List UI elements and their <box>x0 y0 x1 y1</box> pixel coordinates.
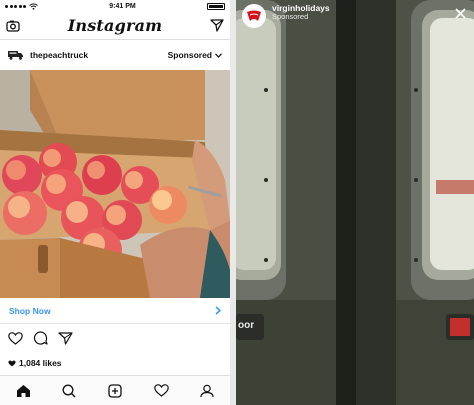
close-icon[interactable] <box>455 8 466 19</box>
status-time: 9:41 PM <box>109 2 136 10</box>
likes-row[interactable]: 1,084 likes <box>0 352 230 374</box>
heart-tab-icon[interactable] <box>153 384 169 397</box>
shop-now-bar[interactable]: Shop Now <box>0 298 230 324</box>
home-icon[interactable] <box>16 384 31 398</box>
post-actions <box>0 324 230 352</box>
status-bar: 9:41 PM <box>0 0 230 12</box>
camera-icon[interactable] <box>6 20 20 32</box>
add-icon[interactable] <box>108 383 122 398</box>
truck-icon <box>8 51 23 60</box>
instagram-feed-screen: 9:41 PM Instagram thepeachtruck Sponsore… <box>0 0 230 405</box>
train-door-photo <box>236 0 474 405</box>
wifi-icon <box>29 2 38 10</box>
comment-icon[interactable] <box>33 331 48 345</box>
battery-icon <box>207 2 225 10</box>
post-image-peaches[interactable] <box>0 70 230 298</box>
profile-icon[interactable] <box>200 384 214 398</box>
truck-avatar[interactable] <box>8 49 24 61</box>
post-header: thepeachtruck Sponsored <box>0 40 230 70</box>
search-icon[interactable] <box>62 384 76 398</box>
story-user[interactable]: virginholidays Sponsored <box>272 3 330 22</box>
chevron-down-icon <box>215 52 222 58</box>
share-icon[interactable] <box>58 331 73 345</box>
screenshot: 9:41 PM Instagram thepeachtruck Sponsore… <box>0 0 474 405</box>
sponsored-label: Sponsored <box>167 50 212 60</box>
sponsored-menu[interactable]: Sponsored <box>168 50 222 60</box>
shop-now-label: Shop Now <box>9 305 51 316</box>
virgin-holidays-avatar[interactable] <box>242 4 266 28</box>
instagram-story-screen: oor virginholidays Sponsored <box>236 0 474 405</box>
story-sponsored-label: Sponsored <box>272 12 309 22</box>
virgin-logo-icon <box>247 10 261 21</box>
direct-message-icon[interactable] <box>210 19 224 32</box>
heart-icon[interactable] <box>8 331 23 345</box>
door-sign-text: oor <box>238 320 255 331</box>
instagram-header: Instagram <box>0 12 230 40</box>
instagram-logo: Instagram <box>67 16 163 35</box>
heart-small-icon <box>8 359 16 366</box>
chevron-right-icon <box>215 306 221 315</box>
post-username[interactable]: thepeachtruck <box>30 50 162 60</box>
signal-icon <box>5 4 26 8</box>
story-header: virginholidays Sponsored <box>236 0 474 30</box>
bottom-tab-bar <box>0 375 230 405</box>
peach-box-photo <box>0 70 230 298</box>
likes-count: 1,084 likes <box>19 358 62 368</box>
